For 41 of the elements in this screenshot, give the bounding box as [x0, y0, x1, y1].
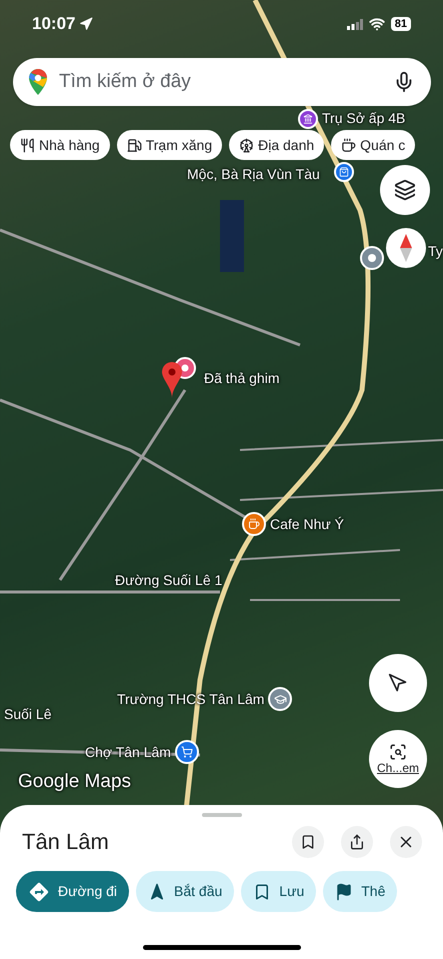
action-button[interactable]: Lưu: [241, 871, 316, 912]
map-place-label[interactable]: Ty: [428, 241, 443, 262]
cup-icon: [341, 138, 356, 152]
action-button[interactable]: Đường đi: [16, 871, 130, 912]
action-button[interactable]: Bắt đầu: [136, 871, 234, 912]
map-place-label[interactable]: Trụ Sở ấp 4B: [322, 108, 406, 129]
category-chip[interactable]: Địa danh: [229, 130, 324, 160]
share-button[interactable]: [341, 826, 373, 858]
camera-search-icon: [389, 742, 407, 760]
compass-needle-icon: [400, 234, 412, 262]
action-button[interactable]: Thê: [323, 871, 398, 912]
location-arrow-icon: [388, 673, 408, 693]
utensils-icon: [20, 138, 35, 152]
ferris-wheel-icon: [239, 138, 254, 152]
status-time: 10:07: [32, 13, 76, 36]
map-place-label[interactable]: Đã thả ghim: [204, 368, 280, 388]
category-chip[interactable]: Nhà hàng: [10, 130, 110, 160]
map-place-label[interactable]: Chợ Tân Lâm: [85, 742, 171, 762]
fuel-pump-icon: [126, 138, 142, 152]
save-icon-button[interactable]: [292, 826, 324, 858]
search-field[interactable]: Tìm kiếm ở đây: [13, 58, 431, 106]
close-button[interactable]: [390, 826, 422, 858]
flag-icon: [335, 882, 354, 900]
location-arrow-icon: [79, 17, 94, 31]
share-icon: [349, 834, 365, 850]
map-place-label[interactable]: Mộc, Bà Rịa Vùn Tàu: [187, 164, 320, 185]
drag-handle[interactable]: [202, 813, 242, 817]
map-pin-logo-icon: [29, 69, 47, 95]
layers-icon: [394, 179, 416, 201]
bookmark-icon: [300, 834, 316, 850]
map-place-label[interactable]: Đường Suối Lê 1: [115, 570, 222, 591]
wifi-icon: [368, 16, 385, 32]
battery-indicator: 81: [390, 17, 411, 31]
map-place-label[interactable]: Cafe Như Ý: [270, 514, 344, 534]
category-chip[interactable]: Quán c: [331, 130, 416, 160]
google-maps-logo: Google Maps: [18, 770, 132, 794]
search-input[interactable]: Tìm kiếm ở đây: [59, 68, 381, 96]
place-title: Tân Lâm: [22, 828, 109, 856]
signal-icon: [346, 18, 363, 30]
map-place-label[interactable]: Suối Lê: [4, 704, 52, 725]
category-chip[interactable]: Trạm xăng: [116, 130, 222, 160]
